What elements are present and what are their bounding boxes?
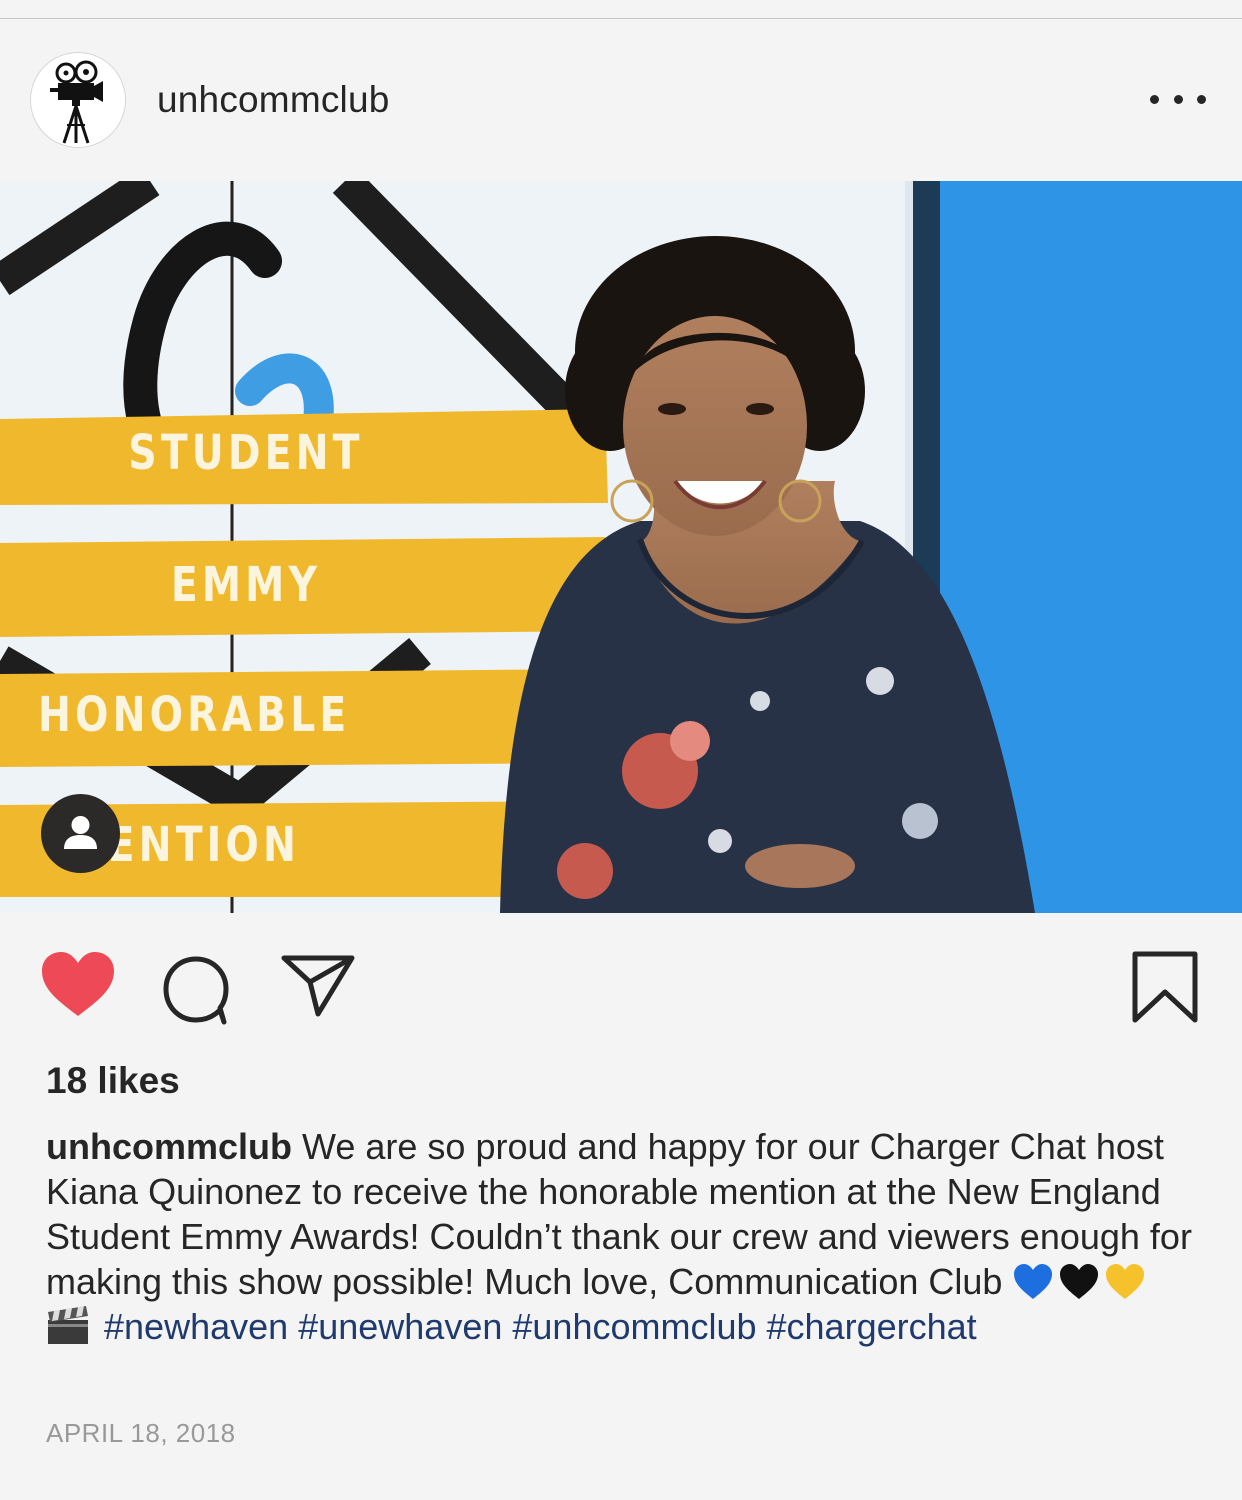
black-heart-emoji <box>1060 1264 1099 1299</box>
more-dots-icon[interactable] <box>1150 81 1206 117</box>
hashtag-chargerchat[interactable]: #chargerchat <box>767 1306 977 1347</box>
hashtag-newhaven[interactable]: #newhaven <box>104 1306 288 1347</box>
film-camera-tripod-icon <box>50 60 103 144</box>
band-line-2: EMMY <box>170 557 322 613</box>
yellow-heart-emoji <box>1106 1264 1145 1299</box>
hashtag-unewhaven[interactable]: #unewhaven <box>298 1306 502 1347</box>
post-caption: unhcommclub We are so proud and happy fo… <box>46 1124 1196 1349</box>
avatar[interactable] <box>30 52 126 148</box>
caption-username[interactable]: unhcommclub <box>46 1126 292 1167</box>
user-tag-icon <box>64 816 97 849</box>
band-line-1: STUDENT <box>128 425 364 481</box>
post-image[interactable]: STUDENT EMMY HONORABLE MENTION <box>0 181 1242 913</box>
clapper-board-emoji <box>48 1306 88 1344</box>
band-line-3: HONORABLE <box>37 687 351 743</box>
blue-heart-emoji <box>1014 1264 1053 1299</box>
comment-icon[interactable] <box>160 952 236 1028</box>
user-tag-button[interactable] <box>41 794 120 873</box>
post-photo-artwork <box>0 181 1242 913</box>
heart-filled-icon[interactable] <box>40 950 116 1020</box>
bookmark-icon[interactable] <box>1128 950 1202 1026</box>
post-username[interactable]: unhcommclub <box>157 78 390 122</box>
send-paper-plane-icon[interactable] <box>280 952 356 1020</box>
post-header: unhcommclub <box>0 19 1242 181</box>
action-bar <box>0 940 1242 1040</box>
likes-count[interactable]: 18 likes <box>46 1058 180 1104</box>
post-date: APRIL 18, 2018 <box>46 1418 236 1448</box>
hashtag-unhcommclub[interactable]: #unhcommclub <box>512 1306 756 1347</box>
